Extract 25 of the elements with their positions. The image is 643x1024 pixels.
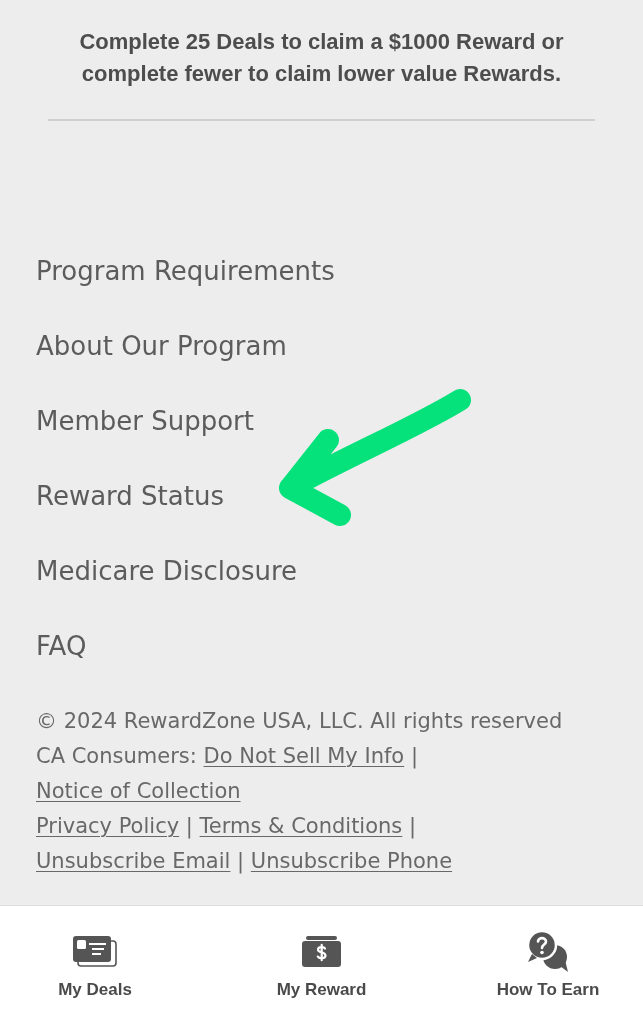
footer-link[interactable]: Terms & Conditions bbox=[199, 814, 403, 838]
bottom-nav-tab[interactable]: My Reward bbox=[261, 930, 382, 1000]
menu-link[interactable]: Reward Status bbox=[36, 478, 224, 513]
legal-text: © 2024 RewardZone USA, LLC. All rights reserved bbox=[36, 709, 563, 733]
chat-question-icon bbox=[527, 930, 569, 972]
deals-card-icon bbox=[73, 935, 117, 967]
menu-link[interactable]: Member Support bbox=[36, 403, 254, 438]
bottom-nav-tab[interactable]: My Deals bbox=[35, 930, 155, 1000]
wallet-dollar-icon bbox=[302, 935, 341, 967]
bottom-nav-tab[interactable]: How To Earn bbox=[488, 930, 608, 1000]
footer-link[interactable]: Privacy Policy bbox=[36, 814, 180, 838]
separator-text: | bbox=[185, 814, 193, 838]
menu-link[interactable]: About Our Program bbox=[36, 328, 287, 363]
separator-text: | bbox=[237, 849, 245, 873]
footer-link[interactable]: Unsubscribe Phone bbox=[250, 849, 453, 873]
menu-link[interactable]: Program Requirements bbox=[36, 253, 335, 288]
legal-text: CA Consumers: bbox=[36, 744, 197, 768]
footer-link[interactable]: Unsubscribe Email bbox=[36, 849, 231, 873]
menu-link[interactable]: Medicare Disclosure bbox=[36, 553, 298, 588]
separator-text: | bbox=[410, 744, 418, 768]
footer-link[interactable]: Do Not Sell My Info bbox=[203, 744, 405, 768]
separator-text: | bbox=[409, 814, 417, 838]
menu-link[interactable]: FAQ bbox=[36, 628, 87, 663]
footer-link[interactable]: Notice of Collection bbox=[36, 779, 241, 803]
reward-message: Complete 25 Deals to claim a $1000 Reward or complete fewer to claim lower value Rewards. bbox=[78, 28, 565, 88]
